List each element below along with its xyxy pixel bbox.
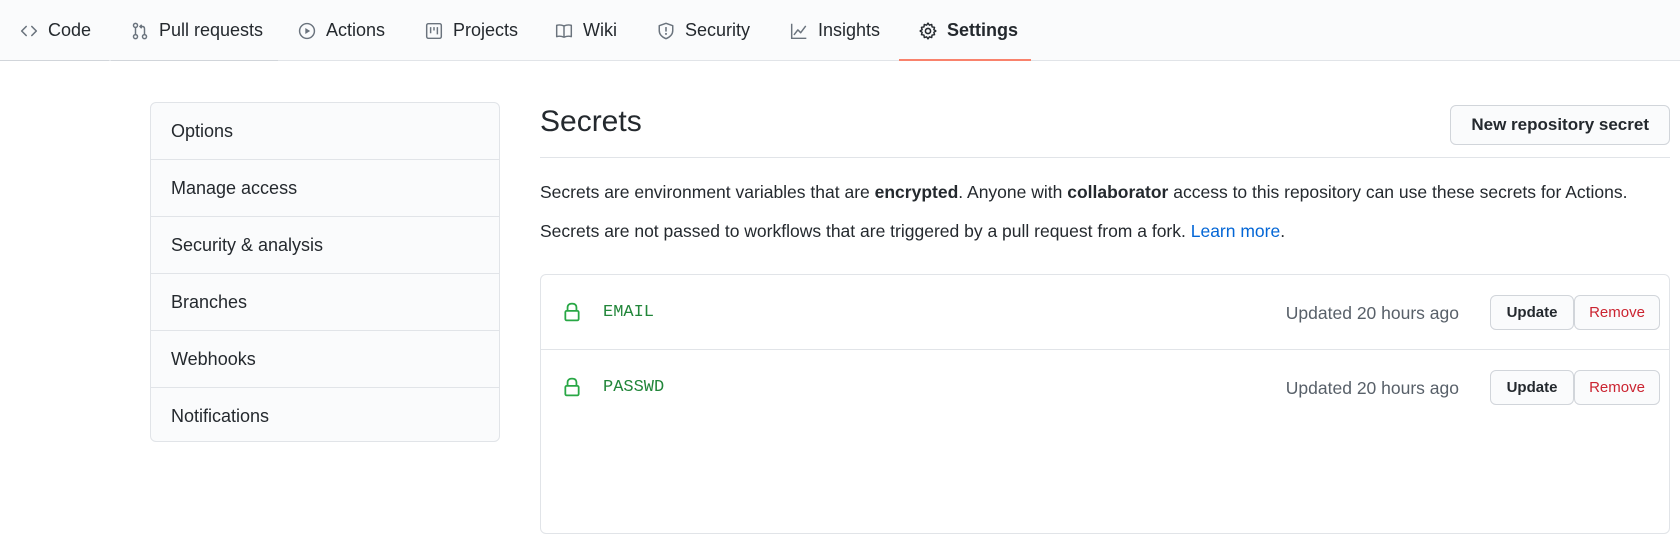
update-secret-button[interactable]: Update xyxy=(1490,295,1574,330)
remove-secret-button[interactable]: Remove xyxy=(1574,295,1660,330)
secret-name: PASSWD xyxy=(603,378,665,397)
secrets-list: EMAIL Updated 20 hours ago Update Remove… xyxy=(540,274,1670,534)
sidebar-item-manage-access[interactable]: Manage access xyxy=(151,160,499,217)
tab-wiki[interactable]: Wiki xyxy=(555,0,617,61)
tab-label: Settings xyxy=(947,20,1019,40)
tab-label: Pull requests xyxy=(159,20,264,40)
description-text: access to this repository can use these … xyxy=(1168,182,1628,202)
secret-name: EMAIL xyxy=(603,303,655,322)
description-text: Secrets are environment variables that a… xyxy=(540,182,875,202)
play-icon xyxy=(298,22,316,40)
settings-sidebar: Options Manage access Security & analysi… xyxy=(150,102,500,442)
secret-updated-time: Updated 20 hours ago xyxy=(1285,303,1459,323)
repo-nav: Code Pull requests Actions Projects Wiki… xyxy=(0,0,1680,61)
gear-icon xyxy=(919,21,937,40)
fork-note-end: . xyxy=(1280,221,1286,241)
sidebar-item-branches[interactable]: Branches xyxy=(151,274,499,331)
tab-label: Security xyxy=(685,20,751,40)
tab-underline xyxy=(111,60,278,61)
project-icon xyxy=(425,22,443,40)
sidebar-item-label: Branches xyxy=(171,291,248,312)
learn-more-link[interactable]: Learn more xyxy=(1191,221,1281,241)
sidebar-item-webhooks[interactable]: Webhooks xyxy=(151,331,499,388)
secret-updated-time: Updated 20 hours ago xyxy=(1285,378,1459,398)
sidebar-item-label: Notifications xyxy=(171,405,270,426)
title-divider xyxy=(540,157,1670,158)
lock-icon xyxy=(563,377,581,397)
fork-note: Secrets are not passed to workflows that… xyxy=(540,221,1285,242)
tab-actions[interactable]: Actions xyxy=(298,0,385,61)
tab-pull-requests[interactable]: Pull requests xyxy=(131,0,263,61)
secrets-description: Secrets are environment variables that a… xyxy=(540,182,1627,203)
sidebar-item-security-analysis[interactable]: Security & analysis xyxy=(151,217,499,274)
tab-label: Projects xyxy=(453,20,519,40)
tab-label: Actions xyxy=(326,20,386,40)
description-bold-collaborator: collaborator xyxy=(1067,182,1169,202)
secret-row: EMAIL Updated 20 hours ago Update Remove xyxy=(541,275,1669,350)
git-pull-request-icon xyxy=(131,22,149,40)
lock-icon xyxy=(563,302,581,322)
tab-label: Insights xyxy=(818,20,881,40)
book-icon xyxy=(555,22,573,40)
code-icon xyxy=(20,22,38,40)
shield-icon xyxy=(657,22,675,40)
sidebar-item-label: Webhooks xyxy=(171,348,256,369)
page-title: Secrets xyxy=(540,105,642,138)
sidebar-item-options[interactable]: Options xyxy=(151,103,499,160)
active-tab-underline xyxy=(899,59,1031,61)
tab-settings[interactable]: Settings xyxy=(919,0,1018,61)
sidebar-item-label: Manage access xyxy=(171,177,298,198)
tab-label: Code xyxy=(48,20,92,40)
secret-row: PASSWD Updated 20 hours ago Update Remov… xyxy=(541,350,1669,425)
graph-icon xyxy=(790,22,808,40)
tab-label: Wiki xyxy=(583,20,617,40)
tab-code[interactable]: Code xyxy=(20,0,91,61)
sidebar-item-label: Security & analysis xyxy=(171,234,324,255)
tab-underline xyxy=(0,60,109,61)
update-secret-button[interactable]: Update xyxy=(1490,370,1574,405)
tab-security[interactable]: Security xyxy=(657,0,750,61)
sidebar-item-notifications[interactable]: Notifications xyxy=(151,388,499,441)
fork-note-text: Secrets are not passed to workflows that… xyxy=(540,221,1191,241)
description-text: . Anyone with xyxy=(958,182,1068,202)
description-bold-encrypted: encrypted xyxy=(874,182,959,202)
sidebar-item-label: Options xyxy=(171,120,234,141)
new-repository-secret-button[interactable]: New repository secret xyxy=(1450,105,1670,145)
tab-insights[interactable]: Insights xyxy=(790,0,880,61)
remove-secret-button[interactable]: Remove xyxy=(1574,370,1660,405)
tab-projects[interactable]: Projects xyxy=(425,0,518,61)
